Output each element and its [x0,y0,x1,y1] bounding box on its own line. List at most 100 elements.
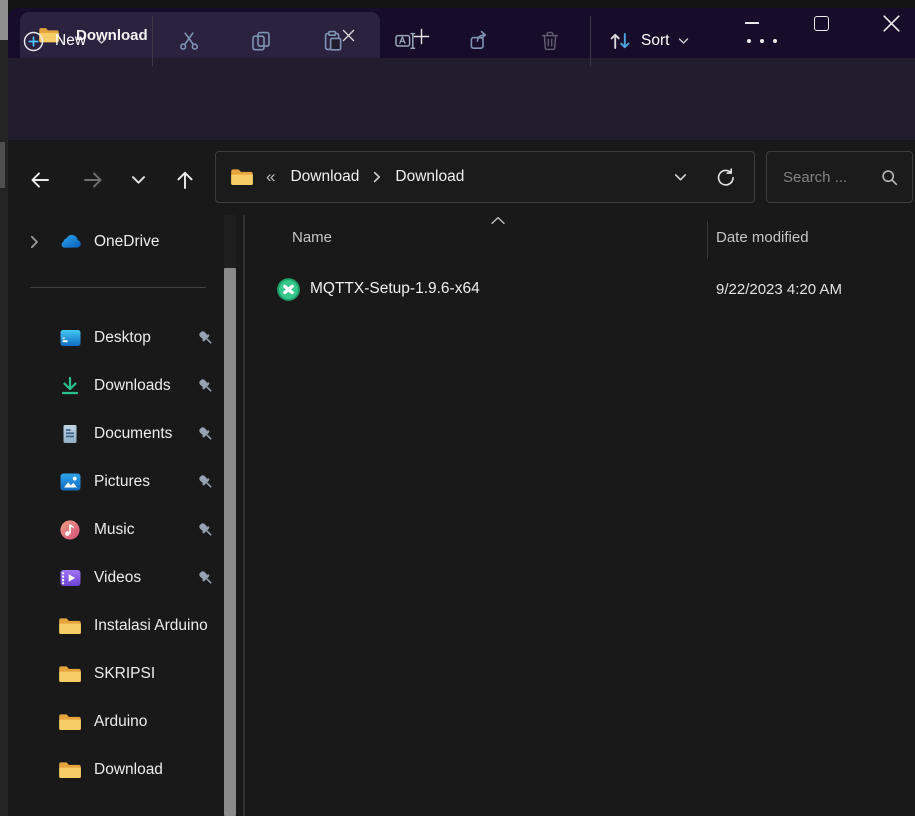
chevron-down-icon [131,175,146,185]
mqttx-app-icon [277,278,300,301]
forward-button[interactable] [71,158,115,202]
breadcrumb-item[interactable]: Download [390,168,469,186]
sidebar-item-label: OneDrive [94,233,159,251]
background-window-corner [0,0,8,40]
rename-button[interactable] [385,21,425,61]
up-arrow-icon [173,168,197,192]
close-button[interactable] [871,6,911,40]
toolbar-divider [152,16,153,66]
documents-icon [58,422,82,446]
forward-arrow-icon [81,168,105,192]
chevron-down-icon [96,37,107,45]
copy-button[interactable] [241,21,281,61]
column-divider[interactable] [707,221,708,259]
paste-icon [322,30,344,52]
breadcrumb-separator [373,171,381,183]
sort-button-label: Sort [641,32,669,50]
address-bar[interactable]: « Download Download [215,151,755,203]
pin-icon [196,568,216,588]
desktop-icon [58,326,82,350]
sidebar-item-desktop[interactable]: Desktop [8,314,240,362]
pin-icon [196,472,216,492]
pin-icon [196,520,216,540]
sidebar-item-label: Desktop [94,329,151,347]
music-icon [58,518,82,542]
sidebar-item-label: Music [94,521,134,539]
plus-circle-icon [22,30,45,53]
folder-icon [58,662,82,686]
trash-icon [539,30,561,52]
sidebar-item-label: Instalasi Arduino [94,617,208,635]
pin-icon [196,424,216,444]
share-icon [468,30,490,52]
back-button[interactable] [18,158,62,202]
copy-icon [250,30,272,52]
sidebar-item-documents[interactable]: Documents [8,410,240,458]
sidebar-item-label: Download [94,761,163,779]
folder-icon [58,614,82,638]
sidebar-item-onedrive[interactable]: OneDrive [8,218,240,266]
more-options-button[interactable] [735,21,789,61]
sort-arrows-icon [608,29,632,53]
column-header-date-modified[interactable]: Date modified [716,229,809,246]
sort-ascending-caret-icon [490,216,506,225]
search-box[interactable] [766,151,913,203]
refresh-icon[interactable] [715,167,736,188]
rename-icon [394,30,416,52]
sort-button[interactable]: Sort [608,20,689,62]
background-window-sliver [0,142,5,188]
sidebar-divider [30,287,206,288]
folder-icon [58,758,82,782]
delete-button[interactable] [530,21,570,61]
sidebar-item-label: Documents [94,425,172,443]
videos-icon [58,566,82,590]
back-arrow-icon [28,168,52,192]
sidebar-item-downloads[interactable]: Downloads [8,362,240,410]
sidebar-scrollbar-thumb[interactable] [224,268,236,816]
up-button[interactable] [163,158,207,202]
paste-button[interactable] [313,21,353,61]
breadcrumb-item[interactable]: Download [285,168,364,186]
ellipsis-icon [747,39,751,43]
sidebar-item-videos[interactable]: Videos [8,554,240,602]
pin-icon [196,328,216,348]
recent-locations-button[interactable] [116,158,160,202]
sidebar-item-arduino[interactable]: Arduino [8,698,240,746]
share-button[interactable] [459,21,499,61]
folder-icon [230,167,254,187]
new-button-label: New [55,32,86,50]
sidebar-item-label: Downloads [94,377,171,395]
pin-icon [196,376,216,396]
search-icon [881,169,898,186]
cut-button[interactable] [169,21,209,61]
command-toolbar [8,58,915,140]
background-window-edge [0,0,8,816]
onedrive-cloud-icon [58,230,82,254]
downloads-icon [58,374,82,398]
maximize-button[interactable] [801,6,841,40]
sidebar-item-label: Pictures [94,473,150,491]
sidebar-item-label: SKRIPSI [94,665,155,683]
pictures-icon [58,470,82,494]
sidebar-item-download[interactable]: Download [8,746,240,794]
pane-separator[interactable] [243,215,245,816]
folder-icon [58,710,82,734]
maximize-icon [814,16,829,31]
sidebar-item-label: Arduino [94,713,147,731]
chevron-down-icon [678,37,689,45]
file-name[interactable]: MQTTX-Setup-1.9.6-x64 [310,280,480,298]
sidebar-item-instalasi-arduino[interactable]: Instalasi Arduino [8,602,240,650]
breadcrumb-collapse[interactable]: « [266,167,275,187]
toolbar-divider [590,16,591,66]
sidebar-item-skripsi[interactable]: SKRIPSI [8,650,240,698]
column-header-name[interactable]: Name [292,229,332,246]
expander-chevron-icon[interactable] [30,235,44,249]
new-button[interactable]: New [22,20,107,62]
sidebar-item-music[interactable]: Music [8,506,240,554]
sidebar-item-label: Videos [94,569,141,587]
sidebar-item-pictures[interactable]: Pictures [8,458,240,506]
close-icon [883,15,900,32]
file-explorer-window: Download New [0,0,915,816]
search-input[interactable] [781,168,881,187]
address-dropdown-icon[interactable] [674,173,687,182]
